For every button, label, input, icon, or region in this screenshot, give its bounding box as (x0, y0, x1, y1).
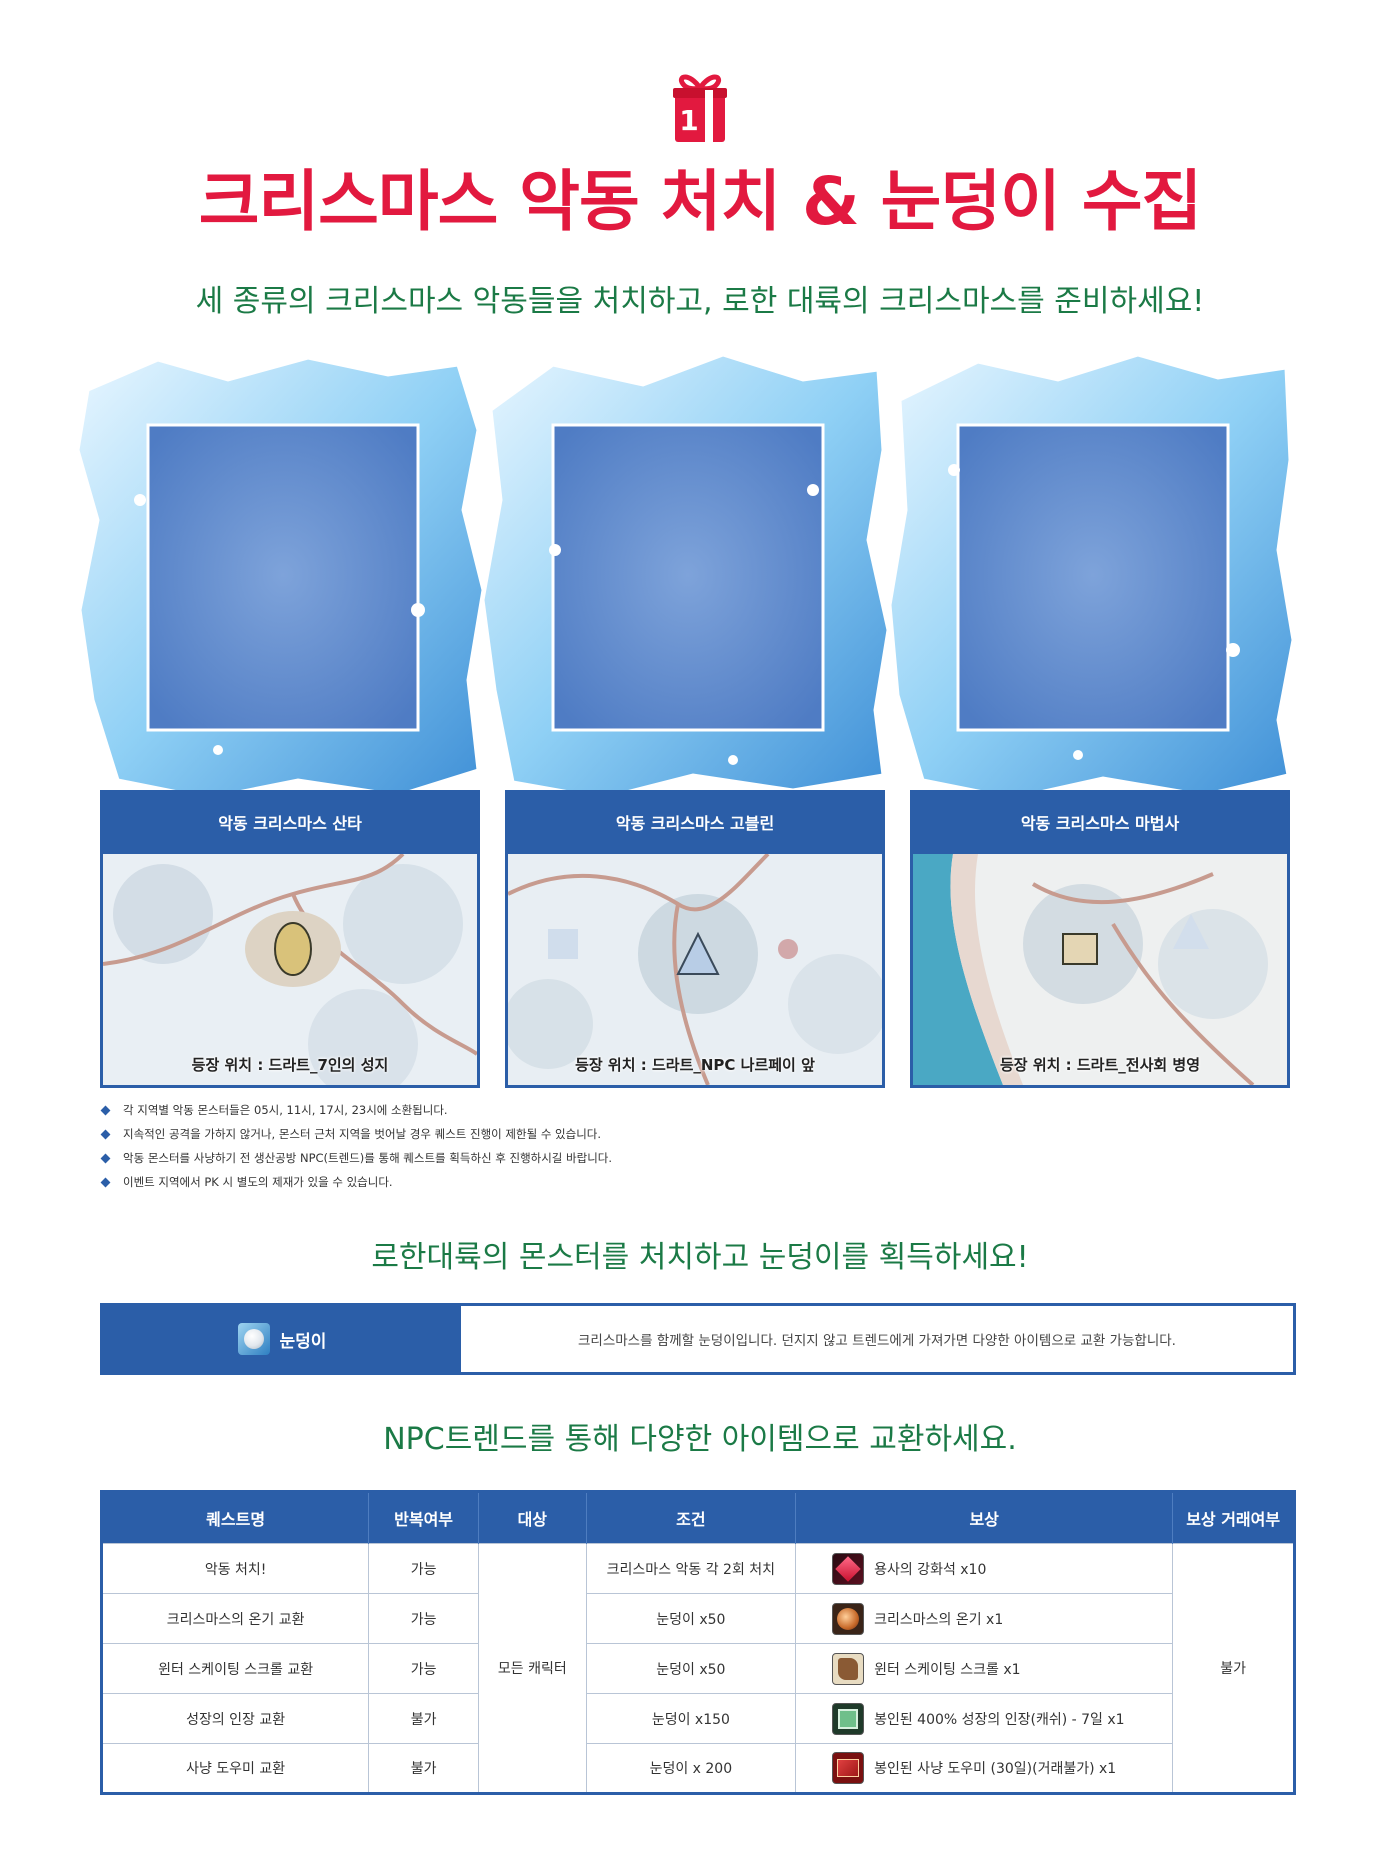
reward-cell: 봉인된 400% 성장의 인장(캐쉬) - 7일 x1 (796, 1695, 1172, 1743)
diamond-bullet-icon (100, 1153, 111, 1163)
quest-name: 사냥 도우미 교환 (100, 1743, 370, 1794)
ice-frame-icon (888, 353, 1295, 800)
page-title: 크리스마스 악동 처치 & 눈덩이 수집 (198, 163, 1203, 240)
snowball-name: 눈덩이 (279, 1331, 327, 1352)
page-subtitle: 세 종류의 크리스마스 악동들을 처치하고, 로한 대륙의 크리스마스를 준비하… (195, 284, 1205, 319)
target-value: 모든 캐릭터 (477, 1543, 587, 1794)
gift-box-icon: 1 (673, 74, 727, 142)
location-map: 등장 위치 : 드라트_NPC 나르페이 앞 (505, 854, 885, 1088)
reward-text: 봉인된 400% 성장의 인장(캐쉬) - 7일 x1 (874, 1711, 1125, 1728)
condition-value: 눈덩이 x150 (585, 1693, 797, 1744)
condition-value: 눈덩이 x50 (585, 1593, 797, 1644)
diamond-bullet-icon (100, 1177, 111, 1187)
header-quest: 퀘스트명 (101, 1491, 369, 1544)
statue-icon (274, 922, 312, 976)
snowball-item: 눈덩이 (103, 1306, 461, 1372)
quest-name: 성장의 인장 교환 (100, 1693, 370, 1744)
event-notes: 각 지역별 악동 몬스터들은 05시, 11시, 17시, 23시에 소환됩니다… (100, 1098, 612, 1194)
condition-value: 눈덩이 x50 (585, 1643, 797, 1694)
exchange-table: 퀘스트명 반복여부 대상 조건 보상 보상 거래여부 악동 처치! 가능 모든 … (100, 1490, 1296, 1795)
reward-text: 크리스마스의 온기 x1 (874, 1611, 1004, 1628)
repeat-value: 불가 (368, 1743, 479, 1794)
gift-number: 1 (679, 104, 698, 137)
reward-text: 용사의 강화석 x10 (874, 1561, 987, 1578)
header-reward: 보상 (795, 1491, 1173, 1544)
header-tradeable: 보상 거래여부 (1172, 1491, 1295, 1544)
table-row: 크리스마스의 온기 교환 가능 눈덩이 x50 크리스마스의 온기 x1 (100, 1593, 1295, 1644)
diamond-bullet-icon (100, 1105, 111, 1115)
monster-location: 등장 위치 : 드라트_7인의 성지 (191, 1056, 389, 1074)
note-item: 악동 몬스터를 사냥하기 전 생산공방 NPC(트렌드)를 통해 퀘스트를 획득… (100, 1146, 612, 1170)
reward-cell: 크리스마스의 온기 x1 (796, 1595, 1172, 1643)
snowball-description: 크리스마스를 함께할 눈덩이입니다. 던지지 않고 트렌드에게 가져가면 다양한… (578, 1333, 1176, 1349)
helper-book-icon (832, 1752, 865, 1784)
note-item: 지속적인 공격을 가하지 않거나, 몬스터 근처 지역을 벗어날 경우 퀘스트 … (100, 1122, 612, 1146)
monster-name: 악동 크리스마스 고블린 (505, 790, 885, 854)
table-row: 악동 처치! 가능 모든 캐릭터 크리스마스 악동 각 2회 처치 용사의 강화… (100, 1543, 1295, 1794)
table-row: 사냥 도우미 교환 불가 눈덩이 x 200 봉인된 사냥 도우미 (30일)(… (100, 1743, 1295, 1794)
header-repeat: 반복여부 (368, 1491, 479, 1544)
snowball-icon (237, 1323, 270, 1355)
tradeable-value: 불가 (1172, 1543, 1295, 1794)
monster-card-santa: 악동 크리스마스 산타 등장 위치 : 드라트_7인의 성지 (78, 350, 486, 1088)
gem-icon (832, 1552, 865, 1585)
factory-icon (548, 929, 578, 959)
condition-value: 크리스마스 악동 각 2회 처치 (585, 1543, 797, 1594)
repeat-value: 불가 (368, 1693, 479, 1744)
location-map: 등장 위치 : 드라트_7인의 성지 (100, 854, 480, 1088)
table-row: 윈터 스케이팅 스크롤 교환 가능 눈덩이 x50 윈터 스케이팅 스크롤 x1 (100, 1643, 1295, 1694)
seal-book-icon (832, 1702, 865, 1735)
reward-cell: 윈터 스케이팅 스크롤 x1 (796, 1645, 1172, 1693)
ice-frame-icon (483, 353, 890, 800)
quest-name: 악동 처치! (100, 1543, 370, 1594)
monster-name: 악동 크리스마스 산타 (100, 790, 480, 854)
scroll-icon (832, 1652, 865, 1685)
reward-text: 윈터 스케이팅 스크롤 x1 (874, 1661, 1021, 1678)
factory-icon (1062, 933, 1098, 965)
header-condition: 조건 (585, 1491, 796, 1544)
quest-name: 윈터 스케이팅 스크롤 교환 (100, 1643, 370, 1694)
repeat-value: 가능 (368, 1593, 479, 1644)
diamond-bullet-icon (100, 1129, 111, 1139)
repeat-value: 가능 (368, 1643, 479, 1694)
note-item: 각 지역별 악동 몬스터들은 05시, 11시, 17시, 23시에 소환됩니다… (100, 1098, 612, 1122)
marker-icon (778, 939, 798, 959)
monster-location: 등장 위치 : 드라트_NPC 나르페이 앞 (575, 1056, 815, 1074)
repeat-value: 가능 (368, 1543, 479, 1594)
exchange-section-title: NPC트렌드를 통해 다양한 아이템으로 교환하세요. (383, 1422, 1017, 1457)
table-header-row: 퀘스트명 반복여부 대상 조건 보상 보상 거래여부 (101, 1491, 1295, 1544)
monster-card-wizard: 악동 크리스마스 마법사 등장 위치 : 드라트_전사회 병영 (888, 350, 1296, 1088)
condition-value: 눈덩이 x 200 (585, 1743, 797, 1794)
reward-cell: 용사의 강화석 x10 (796, 1545, 1172, 1593)
monster-card-goblin: 악동 크리스마스 고블린 등장 위치 : 드라트_NPC 나르페이 앞 (483, 350, 891, 1088)
orb-icon (832, 1602, 865, 1635)
note-item: 이벤트 지역에서 PK 시 별도의 제재가 있을 수 있습니다. (100, 1170, 612, 1194)
ice-frame-icon (78, 356, 485, 800)
reward-cell: 봉인된 사냥 도우미 (30일)(거래불가) x1 (796, 1744, 1172, 1792)
location-map: 등장 위치 : 드라트_전사회 병영 (910, 854, 1290, 1088)
snowball-info-box: 눈덩이 크리스마스를 함께할 눈덩이입니다. 던지지 않고 트렌드에게 가져가면… (100, 1303, 1296, 1375)
monster-name: 악동 크리스마스 마법사 (910, 790, 1290, 854)
reward-text: 봉인된 사냥 도우미 (30일)(거래불가) x1 (874, 1761, 1117, 1777)
monster-location: 등장 위치 : 드라트_전사회 병영 (1000, 1056, 1200, 1074)
table-row: 성장의 인장 교환 불가 눈덩이 x150 봉인된 400% 성장의 인장(캐쉬… (100, 1693, 1295, 1744)
header-target: 대상 (477, 1491, 587, 1544)
snowball-section-title: 로한대륙의 몬스터를 처치하고 눈덩이를 획득하세요! (371, 1240, 1029, 1275)
quest-name: 크리스마스의 온기 교환 (100, 1593, 370, 1644)
